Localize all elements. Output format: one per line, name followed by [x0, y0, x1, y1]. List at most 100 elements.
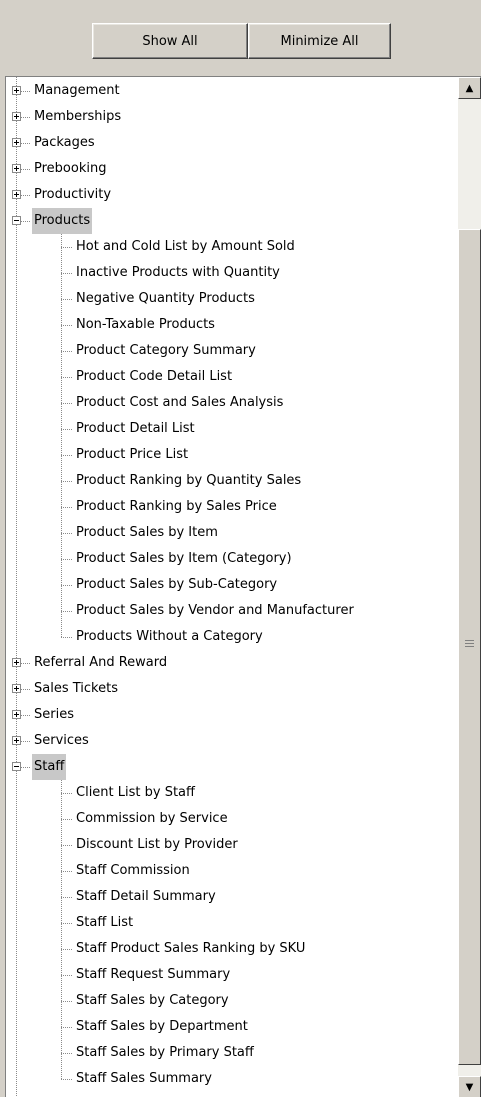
show-all-button[interactable]: Show All — [92, 23, 248, 59]
tree-node-label: Management — [34, 83, 120, 98]
tree-report-item[interactable]: Negative Quantity Products — [6, 286, 458, 312]
tree-report-item[interactable]: Staff Request Summary — [6, 962, 458, 988]
tree-report-item[interactable]: Staff Product Sales Ranking by SKU — [6, 936, 458, 962]
expand-icon[interactable] — [12, 86, 21, 95]
tree-node-label: Hot and Cold List by Amount Sold — [76, 239, 295, 254]
tree-node-label: Sales Tickets — [34, 681, 118, 696]
tree-report-item[interactable]: Discount List by Provider — [6, 832, 458, 858]
tree-report-item[interactable]: Client List by Staff — [6, 780, 458, 806]
tree-report-item[interactable]: Product Category Summary — [6, 338, 458, 364]
tree-node-label: Product Category Summary — [76, 343, 256, 358]
tree-connector — [61, 1079, 72, 1080]
tree-category[interactable]: Series — [6, 702, 458, 728]
collapse-icon[interactable] — [12, 216, 21, 225]
tree-category[interactable]: Memberships — [6, 104, 458, 130]
tree-connector — [61, 871, 72, 872]
tree-report-item[interactable]: Products Without a Category — [6, 624, 458, 650]
expand-icon[interactable] — [12, 710, 21, 719]
grip-icon — [465, 640, 474, 648]
tree-node-label: Product Ranking by Quantity Sales — [76, 473, 302, 488]
tree-report-item[interactable]: Product Sales by Vendor and Manufacturer — [6, 598, 458, 624]
tree-connector — [61, 455, 72, 456]
tree-category[interactable]: Prebooking — [6, 156, 458, 182]
tree-connector — [61, 1053, 72, 1054]
tree-report-item[interactable]: Product Sales by Item — [6, 520, 458, 546]
tree-connector — [61, 845, 72, 846]
collapse-icon[interactable] — [12, 762, 21, 771]
tree-report-item[interactable]: Product Sales by Item (Category) — [6, 546, 458, 572]
expand-icon[interactable] — [12, 658, 21, 667]
tree-report-item[interactable]: Staff List — [6, 910, 458, 936]
tree-category[interactable]: Services — [6, 728, 458, 754]
tree-connector — [61, 793, 72, 794]
tree-report-item[interactable]: Staff Sales by Department — [6, 1014, 458, 1040]
tree-report-item[interactable]: Non-Taxable Products — [6, 312, 458, 338]
toolbar: Show All Minimize All — [0, 0, 481, 70]
tree-category[interactable]: Productivity — [6, 182, 458, 208]
tree-connector — [61, 1027, 72, 1028]
expand-icon[interactable] — [12, 684, 21, 693]
expand-icon[interactable] — [12, 112, 21, 121]
tree-category[interactable]: Management — [6, 78, 458, 104]
tree-connector — [61, 507, 72, 508]
minimize-all-button[interactable]: Minimize All — [248, 23, 391, 59]
tree-category[interactable]: Referral And Reward — [6, 650, 458, 676]
tree-connector — [21, 91, 30, 92]
expand-icon[interactable] — [12, 138, 21, 147]
tree-node-label: Product Price List — [76, 447, 189, 462]
tree-node-label: Staff Detail Summary — [76, 889, 216, 904]
tree-category[interactable]: Sales Tickets — [6, 676, 458, 702]
tree-connector — [21, 169, 30, 170]
tree-node-label: Referral And Reward — [34, 655, 168, 670]
vertical-scrollbar[interactable]: ▲ ▼ — [458, 77, 481, 1097]
scroll-up-button[interactable]: ▲ — [458, 77, 481, 99]
tree-report-item[interactable]: Hot and Cold List by Amount Sold — [6, 234, 458, 260]
tree-connector — [61, 819, 72, 820]
scroll-down-button[interactable]: ▼ — [458, 1076, 481, 1097]
tree-node-label: Staff Sales by Category — [76, 993, 229, 1008]
tree-node-label: Memberships — [34, 109, 122, 124]
tree-node-label: Staff List — [76, 915, 134, 930]
tree-connector — [21, 117, 30, 118]
tree-connector — [21, 767, 30, 768]
tree-connector — [61, 923, 72, 924]
tree-connector — [61, 429, 72, 430]
expand-icon[interactable] — [12, 164, 21, 173]
tree-report-item[interactable]: Product Detail List — [6, 416, 458, 442]
tree-report-item[interactable]: Commission by Service — [6, 806, 458, 832]
tree-report-item[interactable]: Product Sales by Sub-Category — [6, 572, 458, 598]
tree-report-item[interactable]: Product Ranking by Quantity Sales — [6, 468, 458, 494]
report-tree: Management Memberships Packages Prebooking P… — [5, 76, 481, 1097]
tree-connector — [21, 689, 30, 690]
tree-connector — [21, 663, 30, 664]
tree-category[interactable]: Products — [6, 208, 458, 234]
tree-connector — [21, 143, 30, 144]
tree-category[interactable]: Packages — [6, 130, 458, 156]
tree-node-label: Commission by Service — [76, 811, 228, 826]
tree-report-item[interactable]: Staff Detail Summary — [6, 884, 458, 910]
tree-report-item[interactable]: Product Ranking by Sales Price — [6, 494, 458, 520]
tree-node-label: Product Detail List — [76, 421, 195, 436]
tree-report-item[interactable]: Product Code Detail List — [6, 364, 458, 390]
tree-connector — [21, 741, 30, 742]
chevron-down-icon: ▼ — [465, 1081, 474, 1093]
tree-connector — [61, 585, 72, 586]
tree-category[interactable]: Staff — [6, 754, 458, 780]
tree-node-label: Products Without a Category — [76, 629, 263, 644]
tree-report-item[interactable]: Staff Sales by Primary Staff — [6, 1040, 458, 1066]
tree-report-item[interactable]: Staff Commission — [6, 858, 458, 884]
tree-connector — [61, 533, 72, 534]
tree-report-item[interactable]: Inactive Products with Quantity — [6, 260, 458, 286]
tree-report-item[interactable]: Staff Sales Summary — [6, 1066, 458, 1092]
tree-node-label: Staff — [32, 754, 67, 780]
tree-report-item[interactable]: Product Cost and Sales Analysis — [6, 390, 458, 416]
tree-node-label: Series — [34, 707, 74, 722]
scroll-thumb[interactable] — [458, 229, 481, 1065]
expand-icon[interactable] — [12, 190, 21, 199]
tree-connector — [61, 247, 72, 248]
tree-node-label: Product Sales by Vendor and Manufacturer — [76, 603, 354, 618]
tree-report-item[interactable]: Staff Sales by Category — [6, 988, 458, 1014]
tree-report-item[interactable]: Product Price List — [6, 442, 458, 468]
expand-icon[interactable] — [12, 736, 21, 745]
tree-connector — [61, 559, 72, 560]
